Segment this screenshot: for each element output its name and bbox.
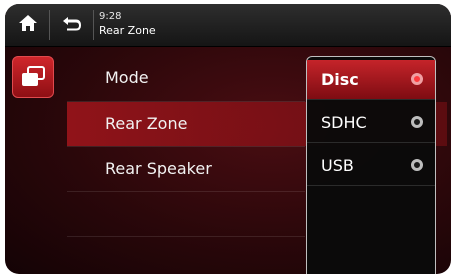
divider [93,10,94,40]
option-label: Disc [321,70,359,89]
screen: 9:28 Rear Zone Mode Rear Zone Rear Speak… [5,4,451,274]
source-dropdown: Disc SDHC USB [306,56,436,274]
divider [49,10,50,40]
source-switch-icon [22,66,45,86]
home-icon [19,15,37,31]
page-title: Rear Zone [99,24,156,37]
radio-icon [411,159,423,171]
home-button[interactable] [15,10,41,36]
menu-divider [67,191,305,192]
radio-selected-icon [411,73,423,85]
radio-icon [411,116,423,128]
clock: 9:28 [99,11,122,22]
option-label: SDHC [321,113,367,132]
option-sdhc[interactable]: SDHC [307,103,435,143]
menu-item-label: Rear Zone [105,114,188,133]
back-icon [63,17,81,31]
option-usb[interactable]: USB [307,146,435,186]
menu-divider [67,236,305,237]
top-bar: 9:28 Rear Zone [5,4,451,47]
source-button[interactable] [12,56,54,98]
menu-item-label: Rear Speaker [105,159,212,178]
option-disc[interactable]: Disc [307,60,435,100]
menu-divider [67,101,305,102]
option-label: USB [321,156,354,175]
menu-item-label: Mode [105,68,149,87]
back-button[interactable] [59,10,85,36]
menu-divider [67,146,305,147]
